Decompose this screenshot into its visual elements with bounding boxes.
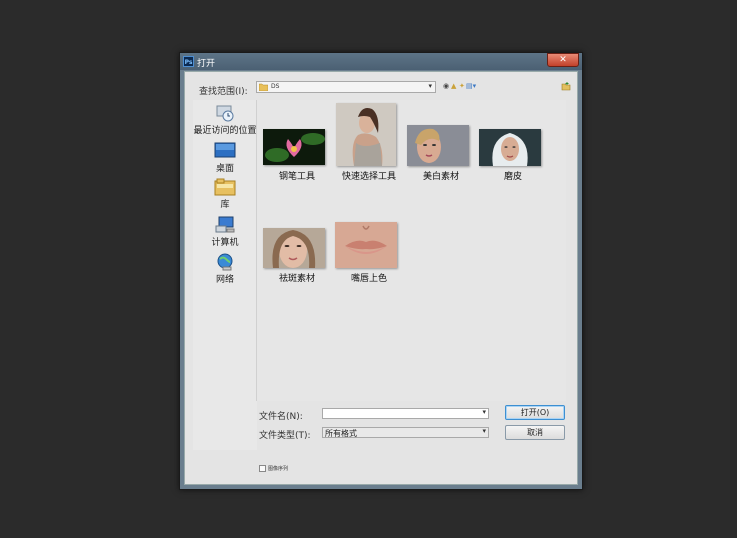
chevron-down-icon: ▾ (428, 82, 432, 90)
file-item[interactable]: 钢笔工具 (261, 100, 333, 190)
folder-icon (259, 83, 268, 91)
desktop-icon (214, 142, 236, 158)
places-bar: 最近访问的位置 桌面 库 计算机 网络 (193, 100, 257, 450)
filetype-label: 文件类型(T): (259, 431, 311, 441)
close-button[interactable]: ✕ (547, 53, 579, 67)
cancel-button[interactable]: 取消 (505, 425, 565, 440)
new-folder-toolbar-icon[interactable]: ✦ (459, 82, 465, 90)
open-dialog: Ps 打开 ✕ 查找范围(I): DS ▾ ◉ ▲ ✦ ▤▾ 最近访问的位置 桌… (179, 52, 583, 490)
computer-icon (215, 216, 235, 233)
place-label: 最近访问的位置 (193, 126, 257, 136)
place-label: 桌面 (215, 164, 234, 174)
file-item[interactable]: 磨皮 (477, 100, 549, 190)
file-thumbnail (407, 125, 469, 166)
look-in-value: DS (271, 83, 280, 90)
dialog-title: 打开 (197, 59, 216, 69)
chevron-down-icon: ▾ (482, 427, 486, 435)
file-thumbnail (263, 129, 325, 165)
up-folder-icon[interactable]: ▲ (451, 82, 456, 90)
place-desktop[interactable]: 桌面 (193, 142, 257, 174)
look-in-dropdown[interactable]: DS ▾ (256, 81, 436, 93)
look-in-label: 查找范围(I): (199, 87, 248, 97)
image-sequence-label: 图像序列 (268, 466, 289, 472)
file-name: 磨皮 (503, 172, 522, 182)
file-thumbnail (335, 222, 397, 268)
file-item[interactable]: 美白素材 (405, 100, 477, 190)
place-library[interactable]: 库 (193, 178, 257, 210)
file-item[interactable]: 祛斑素材 (261, 200, 333, 290)
recent-places-icon (216, 105, 234, 122)
place-label: 库 (220, 200, 230, 210)
view-menu-icon[interactable]: ▤▾ (466, 82, 476, 90)
file-name: 嘴唇上色 (350, 274, 387, 284)
file-thumbnail (479, 129, 541, 166)
chevron-down-icon[interactable]: ▾ (482, 408, 486, 416)
place-label: 计算机 (211, 238, 239, 248)
file-thumbnail (263, 228, 325, 268)
back-icon[interactable]: ◉ (443, 82, 449, 90)
image-sequence-checkbox[interactable] (259, 465, 266, 472)
photoshop-app-icon: Ps (183, 56, 194, 67)
place-network[interactable]: 网络 (193, 253, 257, 285)
file-item[interactable]: 嘴唇上色 (333, 200, 405, 290)
place-recent[interactable]: 最近访问的位置 (193, 104, 257, 136)
file-list-view[interactable]: 钢笔工具 快速选择工具 美白素材 磨皮 祛斑素材 嘴唇上色 (256, 100, 566, 401)
filename-label: 文件名(N): (259, 412, 303, 422)
network-icon (217, 253, 233, 271)
place-label: 网络 (215, 275, 234, 285)
filetype-select[interactable]: 所有格式 ▾ (322, 427, 489, 438)
library-icon (214, 178, 236, 196)
filename-input[interactable]: ▾ (322, 408, 489, 419)
file-item[interactable]: 快速选择工具 (333, 100, 405, 190)
place-computer[interactable]: 计算机 (193, 216, 257, 248)
new-folder-icon[interactable] (561, 81, 571, 91)
dialog-body: 查找范围(I): DS ▾ ◉ ▲ ✦ ▤▾ 最近访问的位置 桌面 库 计算机 … (184, 71, 578, 485)
open-button[interactable]: 打开(O) (505, 405, 565, 420)
title-bar: Ps 打开 ✕ (180, 53, 582, 70)
filetype-value: 所有格式 (325, 429, 357, 438)
file-thumbnail (336, 103, 396, 166)
